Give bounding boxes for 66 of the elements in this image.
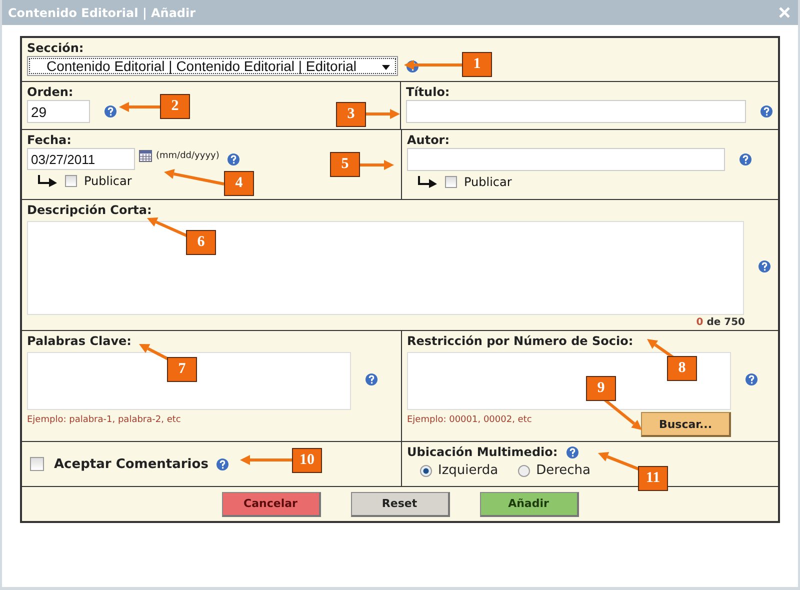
radio-label: Izquierda [438, 463, 498, 478]
title-input[interactable] [406, 100, 746, 123]
callout-arrow [364, 109, 400, 119]
callout-number: 4 [224, 171, 254, 196]
author-input[interactable] [407, 148, 725, 171]
return-arrow-icon [417, 176, 437, 188]
callout-number: 8 [667, 356, 697, 381]
checkbox-label: Aceptar Comentarios [54, 456, 208, 472]
return-arrow-icon [37, 175, 57, 187]
callout-arrow [119, 102, 160, 112]
field-label: Ubicación Multimedio: [407, 445, 558, 460]
checkbox-label: Publicar [464, 175, 512, 189]
example-hint: Ejemplo: palabra-1, palabra-2, etc [27, 415, 181, 425]
callout-arrow [604, 398, 642, 430]
member-number-textarea[interactable] [407, 352, 731, 410]
example-hint: Ejemplo: 00001, 00002, etc [407, 415, 532, 425]
callout-number: 9 [586, 376, 616, 401]
action-button[interactable]: Añadir [480, 492, 578, 516]
field-label: Sección: [27, 41, 84, 56]
help-icon[interactable] [760, 105, 773, 118]
callout-arrow [240, 455, 292, 465]
field-label: Título: [406, 85, 450, 100]
callout-arrow [164, 169, 224, 186]
character-counter: 0 de 750 [696, 317, 745, 328]
order-input[interactable]: 29 [27, 100, 90, 123]
date-input[interactable]: 03/27/2011 [27, 148, 135, 170]
search-button[interactable]: Buscar... [641, 412, 731, 437]
help-icon[interactable] [758, 260, 771, 273]
field-label: Palabras Clave: [27, 334, 132, 349]
keywords-textarea[interactable] [27, 352, 351, 410]
radio-label: Derecha [536, 463, 591, 478]
callout-number: 1 [462, 52, 492, 77]
date-format-hint: (mm/dd/yyyy) [156, 151, 220, 161]
callout-number: 2 [160, 94, 190, 119]
callout-number: 7 [167, 357, 197, 382]
radio-button[interactable] [518, 464, 530, 476]
help-icon[interactable] [739, 153, 752, 166]
help-icon[interactable] [566, 446, 579, 459]
window-title: Contenido Editorial | Añadir [8, 6, 196, 20]
callout-number: 5 [330, 152, 360, 177]
caret-icon [382, 65, 390, 70]
callout-number: 6 [186, 230, 216, 255]
help-icon[interactable] [104, 105, 117, 118]
field-label: Fecha: [27, 133, 72, 148]
callout-number: 3 [336, 102, 366, 127]
publish-checkbox[interactable] [65, 175, 77, 187]
radio-button[interactable] [420, 464, 432, 476]
calendar-icon[interactable] [139, 150, 152, 162]
help-icon[interactable] [745, 373, 758, 386]
section-dropdown[interactable]: Contenido Editorial | Contenido Editorial | Editorial [27, 56, 398, 76]
field-label: Orden: [27, 85, 74, 100]
help-icon[interactable] [216, 458, 230, 470]
field-label: Restricción por Número de Socio: [407, 334, 634, 349]
help-icon[interactable] [365, 373, 378, 386]
callout-arrow [404, 60, 462, 70]
callout-number: 10 [292, 448, 322, 473]
action-button[interactable]: Cancelar [222, 492, 320, 516]
accept-comments-checkbox[interactable] [30, 457, 44, 471]
help-icon[interactable] [227, 152, 240, 166]
publish-checkbox[interactable] [445, 176, 457, 188]
action-button[interactable]: Reset [350, 492, 450, 516]
callout-number: 11 [638, 466, 668, 491]
callout-arrow [358, 160, 394, 170]
field-label: Descripción Corta: [27, 203, 152, 218]
checkbox-label: Publicar [84, 174, 132, 188]
field-label: Autor: [407, 133, 450, 148]
